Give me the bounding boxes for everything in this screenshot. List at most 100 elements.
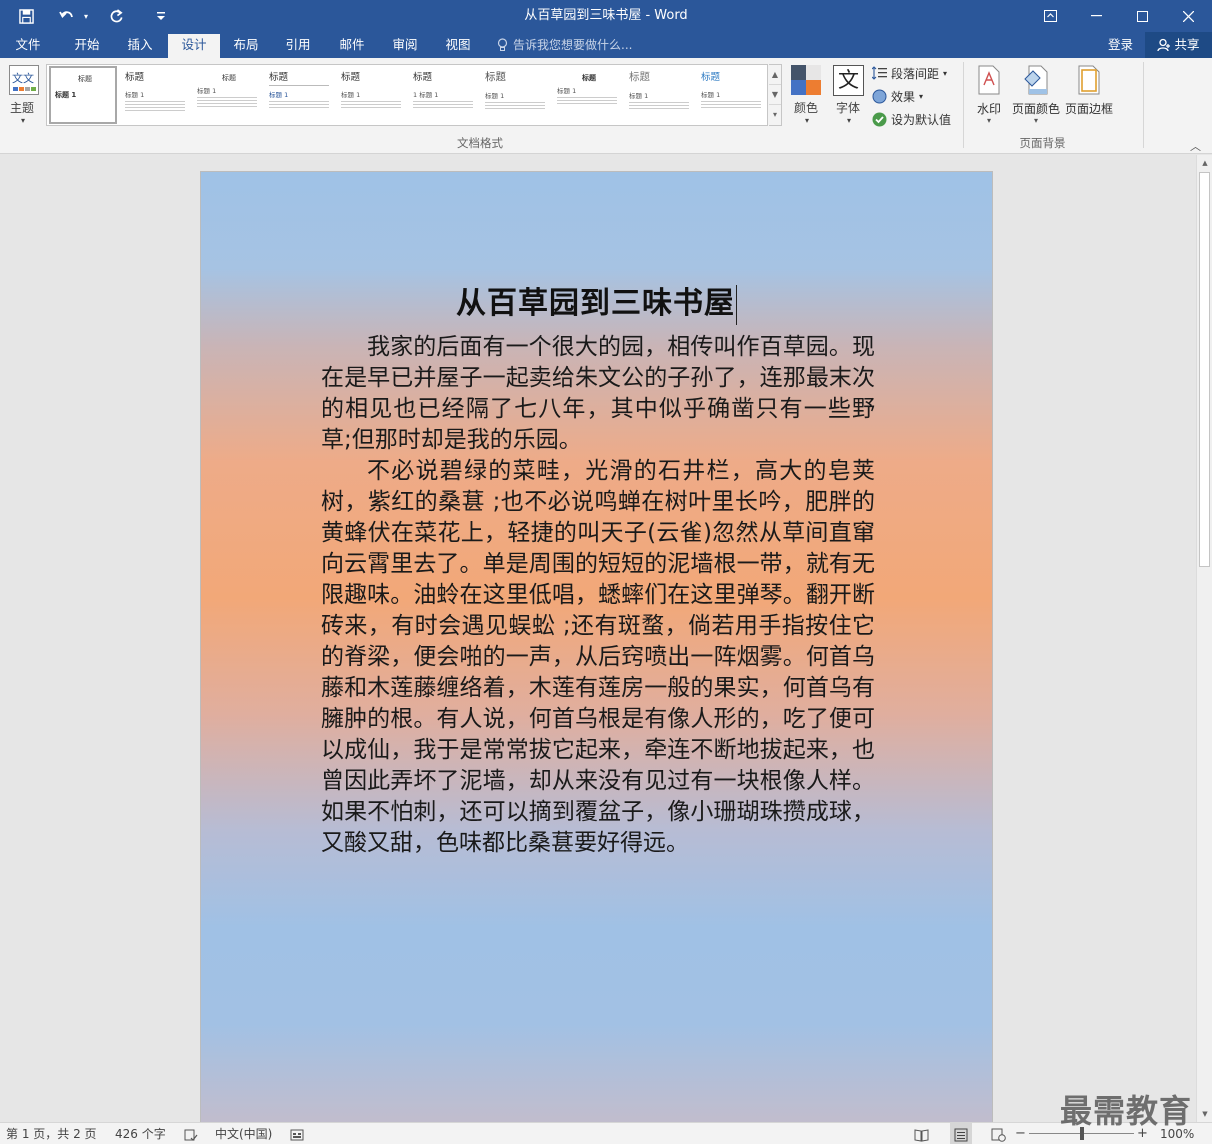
page-borders-label: 页面边框: [1064, 102, 1113, 116]
save-icon[interactable]: [12, 0, 40, 32]
gallery-scroll-up-icon[interactable]: ▲: [769, 65, 781, 85]
redo-icon[interactable]: [104, 0, 128, 32]
gallery-more-icon[interactable]: ▾: [769, 105, 781, 125]
text-cursor: [736, 284, 737, 325]
read-mode-icon[interactable]: [914, 1123, 929, 1144]
set-as-default-button[interactable]: 设为默认值: [872, 109, 951, 129]
tab-design[interactable]: 设计: [168, 34, 220, 58]
paragraph-spacing-button[interactable]: 段落间距 ▾: [872, 63, 947, 83]
themes-label: 主题: [10, 101, 35, 115]
macro-recording-icon[interactable]: [290, 1123, 304, 1144]
style-set-gallery: 标题 标题 1 标题 标题 1 标题 标题 1 标题 标题 1 标题 标题 1 …: [46, 64, 768, 126]
document-heading[interactable]: 从百草园到三味书屋: [201, 278, 992, 325]
watermark-dropdown-icon: ▾: [986, 116, 991, 125]
style-set-item[interactable]: 标题 标题 1: [697, 67, 765, 123]
page-color-dropdown-icon: ▾: [1033, 116, 1038, 125]
style-set-item[interactable]: 标题 标题 1: [121, 67, 189, 123]
ribbon-display-options-icon[interactable]: [1027, 0, 1073, 32]
share-label: 共享: [1174, 37, 1200, 52]
page-color-icon: [1023, 65, 1049, 97]
effects-button[interactable]: 效果 ▾: [872, 86, 923, 106]
themes-icon: 文文: [9, 65, 39, 95]
gallery-scroll: ▲ ▼ ▾: [769, 64, 782, 126]
document-formatting-group-label: 文档格式: [457, 136, 503, 150]
effects-label: 效果: [891, 89, 916, 104]
scrollbar-thumb[interactable]: [1199, 172, 1210, 567]
colors-label: 颜色: [794, 101, 819, 115]
word-count[interactable]: 426 个字: [115, 1123, 166, 1144]
style-set-item[interactable]: 标题 1 标题 1: [409, 67, 477, 123]
lightbulb-icon: [497, 38, 508, 51]
document-paragraph[interactable]: 我家的后面有一个很大的园，相传叫作百草园。现在是早已并屋子一起卖给朱文公的子孙了…: [321, 332, 875, 456]
fonts-label: 字体: [836, 101, 861, 115]
web-layout-icon[interactable]: [991, 1123, 1006, 1144]
watermark-button[interactable]: 水印 ▾: [970, 62, 1008, 132]
style-set-item[interactable]: 标题 标题 1: [193, 67, 261, 123]
style-set-item[interactable]: 标题 标题 1: [337, 67, 405, 123]
customize-toolbar-icon[interactable]: [150, 0, 172, 32]
style-set-item[interactable]: 标题 标题 1: [481, 67, 549, 123]
document-workspace: 从百草园到三味书屋 我家的后面有一个很大的园，相传叫作百草园。现在是早已并屋子一…: [0, 155, 1196, 1122]
themes-button[interactable]: 文文 主题 ▾: [6, 62, 42, 130]
tab-insert[interactable]: 插入: [115, 32, 165, 58]
set-as-default-label: 设为默认值: [891, 112, 952, 127]
tab-file[interactable]: 文件: [4, 32, 52, 58]
style-set-item[interactable]: 标题 标题 1: [625, 67, 693, 123]
paragraph-spacing-icon: [872, 66, 887, 81]
page-borders-button[interactable]: 页面边框: [1063, 62, 1115, 132]
close-button[interactable]: [1165, 0, 1211, 32]
fonts-dropdown-icon: ▾: [847, 116, 852, 125]
sign-in-link[interactable]: 登录: [1108, 32, 1133, 58]
share-button[interactable]: 共享: [1145, 32, 1212, 58]
page-count[interactable]: 第 1 页，共 2 页: [6, 1123, 97, 1144]
document-paragraph[interactable]: 不必说碧绿的菜畦，光滑的石井栏，高大的皂荚树，紫红的桑葚 ;也不必说鸣蝉在树叶里…: [321, 456, 875, 859]
page-color-label: 页面颜色: [1011, 102, 1060, 116]
style-set-item[interactable]: 标题 标题 1: [553, 67, 621, 123]
scroll-up-icon[interactable]: ▲: [1197, 155, 1212, 171]
proofing-icon[interactable]: [184, 1123, 198, 1144]
themes-dropdown-icon: ▾: [21, 116, 26, 125]
undo-dropdown-icon[interactable]: ▾: [80, 0, 92, 32]
brand-watermark: 最需教育: [1060, 1092, 1193, 1130]
style-set-item[interactable]: 标题 标题 1: [265, 67, 333, 123]
checkmark-icon: [872, 112, 887, 127]
vertical-scrollbar[interactable]: ▲ ▼: [1196, 155, 1212, 1122]
paragraph-spacing-label: 段落间距: [891, 66, 940, 81]
tab-mailings[interactable]: 邮件: [328, 32, 376, 58]
ribbon: 文文 主题 ▾ 标题 标题 1 标题 标题 1 标题 标题 1 标题 标题 1: [0, 58, 1212, 154]
page-background-group-label: 页面背景: [1019, 136, 1066, 150]
tab-review[interactable]: 审阅: [381, 32, 429, 58]
tell-me-search[interactable]: 告诉我您想要做什么...: [497, 32, 632, 58]
watermark-icon: [976, 65, 1002, 97]
tab-view[interactable]: 视图: [434, 32, 482, 58]
page-borders-icon: [1076, 65, 1102, 97]
minimize-button[interactable]: [1073, 0, 1119, 32]
tell-me-placeholder: 告诉我您想要做什么...: [513, 38, 633, 52]
page-color-button[interactable]: 页面颜色 ▾: [1010, 62, 1062, 132]
status-bar: 第 1 页，共 2 页 426 个字 中文(中国) − + 100%: [0, 1122, 1212, 1144]
tab-references[interactable]: 引用: [274, 32, 322, 58]
zoom-out-button[interactable]: −: [1015, 1123, 1026, 1144]
fonts-button[interactable]: 文 字体 ▾: [831, 62, 867, 130]
effects-dropdown-icon: ▾: [919, 91, 924, 101]
fonts-icon: 文: [833, 65, 864, 96]
tab-home[interactable]: 开始: [62, 32, 112, 58]
style-set-item[interactable]: 标题 标题 1: [49, 66, 117, 124]
effects-icon: [872, 89, 887, 104]
ribbon-tab-bar: 文件 开始 插入 设计 布局 引用 邮件 审阅 视图 告诉我您想要做什么... …: [0, 32, 1212, 58]
language-indicator[interactable]: 中文(中国): [215, 1123, 272, 1144]
person-icon: [1157, 38, 1171, 52]
colors-button[interactable]: 颜色 ▾: [789, 62, 825, 130]
colors-dropdown-icon: ▾: [805, 116, 810, 125]
tab-layout[interactable]: 布局: [222, 32, 270, 58]
collapse-ribbon-icon[interactable]: ︿: [1190, 138, 1201, 154]
gallery-scroll-down-icon[interactable]: ▼: [769, 85, 781, 105]
title-bar: ▾ 从百草园到三味书屋 - Word: [0, 0, 1212, 32]
scroll-down-icon[interactable]: ▼: [1197, 1106, 1212, 1122]
undo-icon[interactable]: [56, 0, 78, 32]
document-page[interactable]: 从百草园到三味书屋 我家的后面有一个很大的园，相传叫作百草园。现在是早已并屋子一…: [200, 171, 993, 1122]
paragraph-spacing-dropdown-icon: ▾: [943, 68, 948, 78]
print-layout-icon[interactable]: [950, 1123, 972, 1144]
maximize-button[interactable]: [1119, 0, 1165, 32]
watermark-label: 水印: [976, 102, 1001, 116]
